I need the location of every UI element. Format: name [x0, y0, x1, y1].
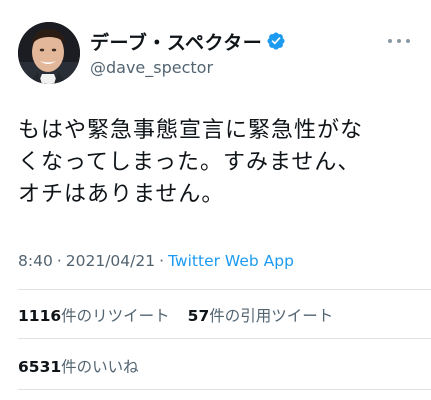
like-label: 件のいいね — [61, 358, 139, 376]
quote-label: 件の引用ツイート — [209, 307, 334, 325]
retweet-count: 1116 — [18, 307, 62, 325]
like-count: 6531 — [18, 358, 62, 376]
tweet-meta: 8:40 · 2021/04/21 · Twitter Web App — [18, 252, 294, 270]
tweet-source[interactable]: Twitter Web App — [168, 252, 294, 270]
avatar-image — [18, 22, 80, 84]
verified-badge-icon — [266, 31, 286, 51]
tweet-text: もはや緊急事態宣言に緊急性がな くなってしまった。すみません、 オチはありません。 — [18, 115, 418, 211]
more-options-icon[interactable] — [388, 36, 410, 46]
retweet-label: 件のリツイート — [61, 307, 170, 325]
divider — [18, 289, 431, 290]
quote-count: 57 — [187, 307, 210, 325]
likes-stats: 6531件のいいね — [18, 355, 139, 377]
tweet-time[interactable]: 8:40 — [18, 252, 53, 270]
user-handle[interactable]: @dave_spector — [90, 58, 286, 77]
user-info: デーブ・スペクター @dave_spector — [90, 28, 286, 77]
quotes-stat[interactable]: 57件の引用ツイート — [188, 307, 334, 325]
name-row: デーブ・スペクター — [90, 28, 286, 54]
likes-stat[interactable]: 6531件のいいね — [18, 358, 139, 376]
retweets-stat[interactable]: 1116件のリツイート — [18, 307, 170, 325]
meta-separator: · — [56, 252, 62, 270]
divider — [18, 389, 431, 390]
display-name[interactable]: デーブ・スペクター — [90, 28, 262, 55]
meta-separator: · — [159, 252, 165, 270]
tweet-text-line: もはや緊急事態宣言に緊急性がな — [18, 118, 364, 143]
tweet-card: デーブ・スペクター @dave_spector もはや緊急事態宣言に緊急性がなく… — [0, 0, 431, 400]
avatar[interactable] — [18, 22, 80, 84]
tweet-text-line: オチはありません。 — [18, 182, 225, 207]
tweet-text-line: くなってしまった。すみません、 — [18, 150, 361, 175]
retweet-quote-stats: 1116件のリツイート 57件の引用ツイート — [18, 304, 333, 326]
tweet-date[interactable]: 2021/04/21 — [66, 252, 155, 270]
divider — [18, 338, 431, 339]
tweet-header: デーブ・スペクター @dave_spector — [18, 22, 418, 86]
